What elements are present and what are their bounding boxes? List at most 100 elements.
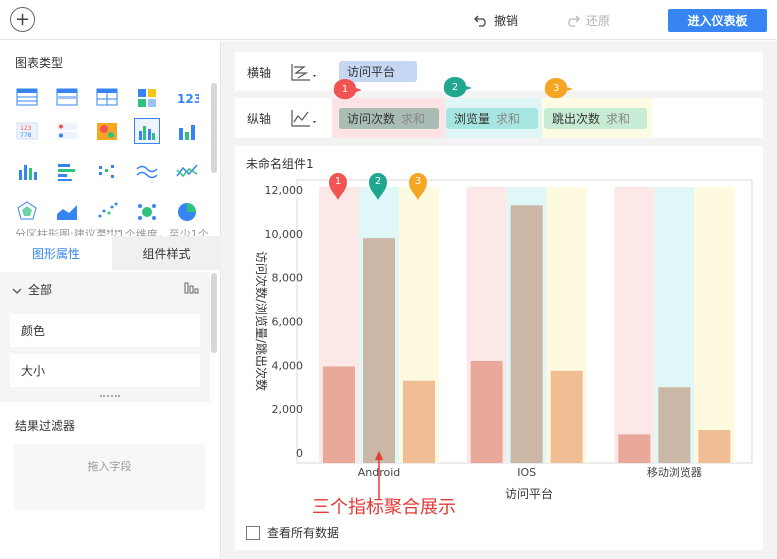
series-band [694,187,735,463]
size-label: 大小 [21,364,46,378]
y-field-agg: 求和 [401,112,426,126]
chart-type-title: 图表类型 [15,56,64,70]
pie-icon[interactable] [174,198,200,224]
y-tick-label: 6,000 [272,316,304,329]
grouped-bar-chart: Android IOS 移动浏览器02,0004,0006,0008,00010,0… [254,173,753,516]
all-label: 全部 [28,283,53,297]
y-field-pill-visits[interactable]: 访问次数 求和 [339,108,439,129]
all-properties-toggle[interactable]: 全部 [12,281,52,298]
chevron-down-icon [12,288,22,294]
y-field-name: 跳出次数 [552,112,601,126]
column-icon[interactable] [14,158,40,184]
tab-component-style[interactable]: 组件样式 [112,236,221,270]
x-field-pill[interactable]: 访问平台 [339,61,417,82]
svg-text:778: 778 [20,132,32,139]
enter-dashboard-button[interactable]: 进入仪表板 [668,9,767,32]
redo-icon [568,15,580,27]
radar-icon[interactable] [14,198,40,224]
filter-drop-zone[interactable]: 拖入字段 [14,444,205,510]
grouped-bar-icon[interactable] [134,118,160,144]
x-field-name: 访问平台 [347,65,396,79]
bar [658,387,691,463]
panel-resize-handle[interactable] [100,395,120,399]
series-band [614,187,655,463]
y-field-agg: 求和 [496,112,521,126]
view-all-label: 查看所有数据 [267,526,340,540]
checkbox[interactable] [246,525,260,540]
top-toolbar: + 撤销 还原 进入仪表板 [0,0,777,40]
bubble-icon[interactable] [134,198,160,224]
x-axis-config: 横轴 访问平台 [235,52,763,91]
panel-resize-handle[interactable] [100,230,120,234]
redo-label: 还原 [586,14,611,28]
x-axis-title: 访问平台 [505,486,553,501]
area-icon[interactable] [54,198,80,224]
heatmap-grid-icon[interactable] [134,84,160,110]
svg-text:123: 123 [177,92,199,106]
bar [363,238,395,463]
bar-chart-icon[interactable] [184,280,200,294]
undo-label: 撤销 [494,14,519,28]
horizontal-bar-icon[interactable] [54,158,80,184]
bar [510,205,543,463]
kpi-card-icon[interactable]: 123 778 [14,118,40,144]
x-tick-label: IOS [517,466,536,479]
series-marker-label: 2 [375,176,381,187]
y-field-pill-pageviews[interactable]: 浏览量 求和 [446,108,538,129]
property-tabs: 图形属性 组件样式 [0,236,221,270]
y-tick-label: 0 [296,447,303,460]
result-filter-title: 结果过滤器 [15,419,76,433]
y-field-name: 访问次数 [347,112,396,126]
properties-scrollbar[interactable] [211,273,217,353]
redo-button[interactable]: 还原 [566,12,610,29]
wave-icon[interactable] [134,158,160,184]
bar [470,360,503,463]
y-tick-label: 4,000 [272,359,304,372]
multi-bar-icon[interactable] [174,118,200,144]
bar [323,366,355,463]
bar [698,429,731,463]
axis-type-icon[interactable] [289,107,319,129]
series-marker-label: 1 [335,176,341,187]
undo-button[interactable]: 撤销 [474,12,518,29]
y-axis-config: 纵轴 访问次数 求和 浏览量 求和 跳出次数 求和 [235,98,763,138]
add-button[interactable]: + [10,7,35,32]
svg-text:123: 123 [20,125,32,132]
series-marker-label: 3 [415,176,421,187]
y-tick-label: 12,000 [265,184,304,197]
dot-bar-icon[interactable] [94,158,120,184]
chart-widget: 未命名组件1 Android IOS 移动浏览器 0 2,000 4,000 6,000 8,… [235,146,763,550]
kpi-list-icon[interactable] [54,118,80,144]
y-tick-label: 10,000 [265,228,304,241]
tab-graphic-properties[interactable]: 图形属性 [0,236,112,270]
axis-type-icon[interactable] [289,61,319,83]
color-label: 颜色 [21,324,46,338]
table-icon[interactable] [14,84,40,110]
plus-circle-icon: + [14,8,31,30]
undo-icon [474,15,486,27]
line-icon[interactable] [174,158,200,184]
number-123-icon[interactable]: 123 [174,84,200,110]
size-property[interactable]: 大小 [10,354,200,387]
annotation-text: 三个指标聚合展示 [312,497,456,516]
y-field-name: 浏览量 [454,112,491,126]
chart-type-scrollbar[interactable] [211,83,217,173]
group-table-icon[interactable] [54,84,80,110]
bar [618,434,651,463]
heat-icon[interactable] [94,118,120,144]
y-tick-label: 2,000 [272,403,304,416]
x-tick-label: 移动浏览器 [647,465,702,479]
scatter-icon[interactable] [94,198,120,224]
y-axis-title: 访问次数/浏览量/跳出次数 [254,251,269,391]
cross-table-icon[interactable] [94,84,120,110]
bar [550,370,583,463]
color-property[interactable]: 颜色 [10,314,200,347]
y-axis-label: 纵轴 [247,112,272,126]
y-tick-label: 8,000 [272,272,304,285]
bar [403,380,435,463]
x-axis-label: 横轴 [247,66,272,80]
y-field-pill-bounces[interactable]: 跳出次数 求和 [544,108,647,129]
view-all-data-toggle[interactable]: 查看所有数据 [246,524,339,541]
drop-field-label: 拖入字段 [87,460,132,473]
y-field-agg: 求和 [606,112,631,126]
